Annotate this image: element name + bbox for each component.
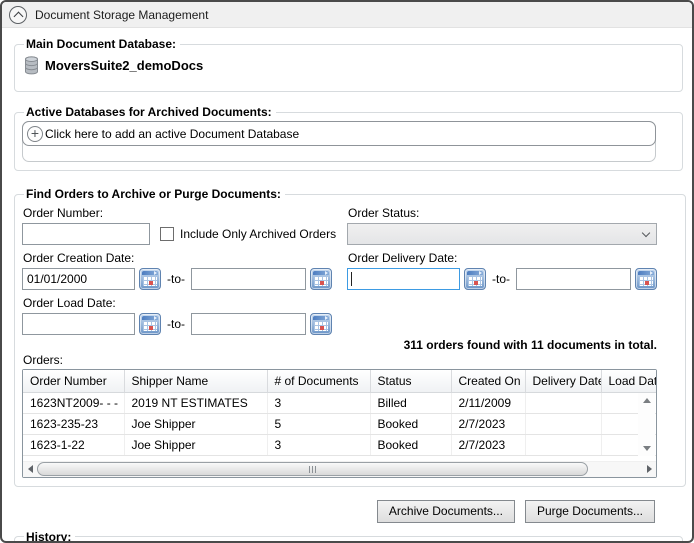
actions-row: Archive Documents... Purge Documents... — [14, 499, 655, 523]
delivery-date-separator: -to- — [492, 272, 510, 286]
find-orders-form: Order Number: Include Only Archived Orde… — [22, 203, 657, 335]
find-orders-group: Find Orders to Archive or Purge Document… — [14, 187, 686, 487]
main-db-row: MoversSuite2_demoDocs — [22, 53, 656, 83]
table-cell[interactable] — [525, 392, 602, 414]
panel-title: Document Storage Management — [35, 7, 209, 22]
column-header-delivery-date[interactable]: Delivery Date — [525, 370, 602, 393]
table-cell[interactable]: 1623-1-22 — [23, 434, 125, 456]
delivery-date-to-input[interactable] — [516, 268, 631, 290]
creation-date-label: Order Creation Date: — [23, 251, 135, 265]
orders-table-header-row: Order Number Shipper Name # of Documents… — [23, 370, 656, 393]
orders-table-container: Order Number Shipper Name # of Documents… — [22, 369, 657, 478]
creation-date-from-input[interactable] — [22, 268, 135, 290]
scroll-up-icon[interactable] — [642, 398, 651, 403]
vertical-scrollbar[interactable] — [638, 393, 655, 456]
chevron-down-icon — [641, 228, 651, 237]
history-group-label: History: — [26, 529, 72, 543]
collapse-button[interactable] — [9, 5, 27, 24]
delivery-date-from-calendar-icon[interactable] — [464, 268, 486, 290]
order-number-label: Order Number: — [23, 206, 104, 220]
delivery-date-to-calendar-icon[interactable] — [635, 268, 657, 290]
archive-documents-button[interactable]: Archive Documents... — [376, 499, 515, 523]
table-cell[interactable]: Joe Shipper — [124, 434, 268, 456]
table-cell[interactable]: 5 — [267, 413, 371, 435]
chevron-up-icon — [13, 11, 23, 21]
creation-date-to-calendar-icon[interactable] — [310, 268, 332, 290]
scroll-right-button[interactable] — [642, 461, 656, 477]
order-number-input[interactable] — [22, 223, 150, 245]
text-caret — [351, 272, 352, 286]
table-cell[interactable]: Joe Shipper — [124, 413, 268, 435]
creation-date-to-input[interactable] — [191, 268, 306, 290]
main-db-group-label: Main Document Database: — [26, 37, 177, 51]
document-storage-management-window: Document Storage Management Main Documen… — [0, 0, 694, 543]
column-header-load-date[interactable]: Load Date — [601, 370, 656, 393]
orders-label: Orders: — [23, 353, 64, 367]
add-database-button[interactable]: + Click here to add an active Document D… — [22, 121, 656, 146]
scroll-left-icon — [27, 465, 33, 473]
column-header-order-number[interactable]: Order Number — [23, 370, 125, 393]
column-header-created-on[interactable]: Created On — [451, 370, 526, 393]
table-cell[interactable]: 1623-235-23 — [23, 413, 125, 435]
database-icon — [25, 56, 38, 75]
table-cell[interactable]: 3 — [267, 392, 371, 414]
table-cell[interactable] — [525, 434, 602, 456]
active-db-list: + Click here to add an active Document D… — [22, 121, 656, 162]
orders-table: Order Number Shipper Name # of Documents… — [23, 370, 656, 456]
order-status-dropdown[interactable] — [347, 223, 657, 245]
orders-table-body: 1623NT2009- - -2019 NT ESTIMATES 3 Billed 2… — [23, 392, 656, 456]
delivery-date-label: Order Delivery Date: — [348, 251, 458, 265]
delivery-date-from-input[interactable] — [347, 268, 460, 290]
table-cell[interactable]: Booked — [370, 434, 452, 456]
find-orders-group-label: Find Orders to Archive or Purge Document… — [26, 187, 281, 201]
panel-header: Document Storage Management — [2, 2, 692, 28]
purge-documents-button[interactable]: Purge Documents... — [524, 499, 655, 523]
load-date-label: Order Load Date: — [23, 296, 116, 310]
table-cell[interactable]: Billed — [370, 392, 452, 414]
scroll-down-icon[interactable] — [642, 446, 651, 451]
horizontal-scrollbar[interactable] — [23, 460, 656, 477]
plus-icon: + — [27, 125, 43, 142]
include-archived-checkbox[interactable] — [160, 227, 174, 241]
table-cell[interactable]: 3 — [267, 434, 371, 456]
load-date-from-input[interactable] — [22, 313, 135, 335]
active-db-group: Active Databases for Archived Documents:… — [14, 105, 683, 171]
load-date-from-calendar-icon[interactable] — [139, 313, 161, 335]
table-row[interactable]: 1623NT2009- - -2019 NT ESTIMATES 3 Billed 2… — [23, 392, 656, 414]
scroll-right-icon — [646, 465, 652, 473]
table-cell[interactable]: 2/11/2009 — [451, 392, 526, 414]
load-date-separator: -to- — [167, 317, 185, 331]
creation-date-separator: -to- — [167, 272, 185, 286]
include-archived-checkbox-field[interactable]: Include Only Archived Orders — [160, 227, 336, 241]
active-db-group-label: Active Databases for Archived Documents: — [26, 105, 272, 119]
column-header-status[interactable]: Status — [370, 370, 452, 393]
table-row[interactable]: 1623-235-23 Joe Shipper 5 Booked 2/7/2023 — [23, 413, 656, 435]
table-cell[interactable]: 2/7/2023 — [451, 413, 526, 435]
load-date-to-calendar-icon[interactable] — [310, 313, 332, 335]
table-cell[interactable]: 2019 NT ESTIMATES — [124, 392, 268, 414]
table-cell[interactable]: 1623NT2009- - - — [23, 392, 125, 414]
table-cell[interactable] — [525, 413, 602, 435]
column-header-num-documents[interactable]: # of Documents — [267, 370, 371, 393]
creation-date-from-calendar-icon[interactable] — [139, 268, 161, 290]
main-db-name: MoversSuite2_demoDocs — [45, 58, 204, 73]
results-summary: 311 orders found with 11 documents in to… — [403, 338, 657, 352]
add-database-label: Click here to add an active Document Dat… — [45, 126, 300, 141]
horizontal-scroll-track[interactable] — [37, 462, 642, 476]
table-cell[interactable]: Booked — [370, 413, 452, 435]
scroll-left-button[interactable] — [23, 461, 37, 477]
table-row[interactable]: 1623-1-22 Joe Shipper 3 Booked 2/7/2023 — [23, 434, 656, 456]
table-cell[interactable]: 2/7/2023 — [451, 434, 526, 456]
main-db-group: Main Document Database: MoversSuite2_dem… — [14, 37, 683, 92]
column-header-shipper-name[interactable]: Shipper Name — [124, 370, 268, 393]
history-group: History: View History... — [14, 529, 683, 543]
load-date-to-input[interactable] — [191, 313, 306, 335]
horizontal-scroll-thumb[interactable] — [37, 462, 588, 476]
include-archived-label: Include Only Archived Orders — [180, 227, 337, 241]
order-status-label: Order Status: — [348, 206, 420, 220]
panel-content: Main Document Database: MoversSuite2_dem… — [2, 28, 692, 543]
